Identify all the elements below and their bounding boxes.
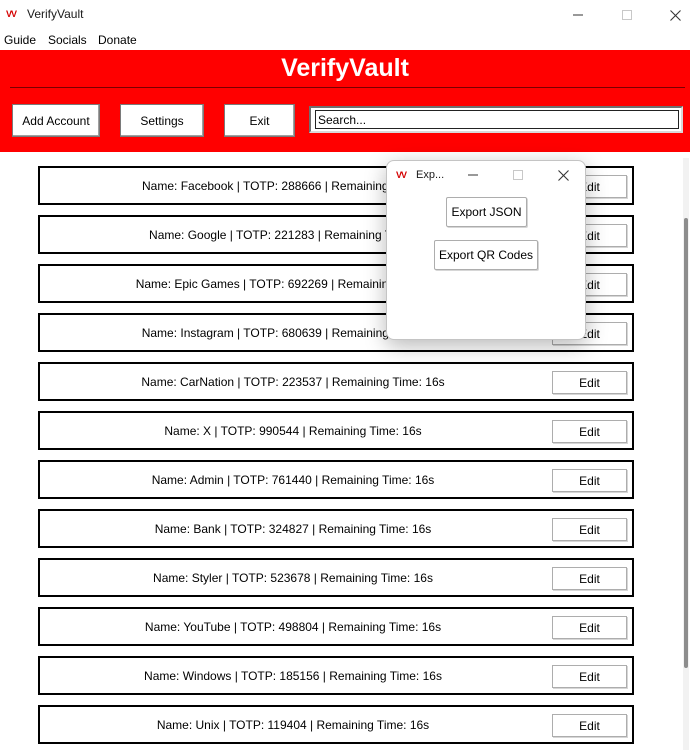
edit-button[interactable]: Edit bbox=[552, 518, 627, 541]
account-row: Name: Styler | TOTP: 523678 | Remaining … bbox=[38, 558, 634, 597]
app-heading: VerifyVault bbox=[281, 54, 409, 82]
export-qr-codes-button[interactable]: Export QR Codes bbox=[434, 240, 538, 270]
export-dialog-title-bar: VV Exp... bbox=[387, 161, 585, 189]
window-title: VerifyVault bbox=[27, 7, 84, 21]
edit-button[interactable]: Edit bbox=[552, 469, 627, 492]
edit-button[interactable]: Edit bbox=[552, 420, 627, 443]
menu-bar: Guide Socials Donate bbox=[0, 30, 690, 50]
minimize-icon bbox=[468, 174, 478, 176]
scrollbar-thumb[interactable] bbox=[684, 218, 688, 668]
add-account-button[interactable]: Add Account bbox=[12, 104, 100, 137]
close-button[interactable] bbox=[652, 2, 690, 28]
vertical-scrollbar[interactable] bbox=[683, 158, 689, 750]
dialog-minimize-button[interactable] bbox=[461, 165, 485, 185]
edit-button[interactable]: Edit bbox=[552, 567, 627, 590]
edit-button[interactable]: Edit bbox=[552, 371, 627, 394]
minimize-icon bbox=[573, 14, 583, 16]
account-row: Name: Unix | TOTP: 119404 | Remaining Ti… bbox=[38, 705, 634, 744]
dialog-logo-icon: VV bbox=[396, 170, 407, 180]
maximize-icon bbox=[513, 170, 523, 180]
account-row-text: Name: Bank | TOTP: 324827 | Remaining Ti… bbox=[154, 522, 432, 536]
menu-socials[interactable]: Socials bbox=[48, 33, 87, 47]
title-bar: VV VerifyVault bbox=[0, 0, 690, 30]
account-row: Name: YouTube | TOTP: 498804 | Remaining… bbox=[38, 607, 634, 646]
exit-button[interactable]: Exit bbox=[224, 104, 295, 137]
account-row: Name: Admin | TOTP: 761440 | Remaining T… bbox=[38, 460, 634, 499]
app-logo-icon: VV bbox=[6, 9, 17, 19]
account-row-text: Name: CarNation | TOTP: 223537 | Remaini… bbox=[141, 375, 445, 389]
dialog-close-button[interactable] bbox=[551, 165, 575, 185]
settings-button[interactable]: Settings bbox=[120, 104, 204, 137]
close-icon bbox=[557, 169, 569, 181]
close-icon bbox=[669, 9, 681, 21]
account-row-text: Name: Admin | TOTP: 761440 | Remaining T… bbox=[151, 473, 435, 487]
maximize-button[interactable] bbox=[604, 2, 650, 28]
account-row: Name: CarNation | TOTP: 223537 | Remaini… bbox=[38, 362, 634, 401]
edit-button[interactable]: Edit bbox=[552, 714, 627, 737]
header-panel: VerifyVault Add Account Settings Exit bbox=[0, 50, 690, 152]
account-row-text: Name: X | TOTP: 990544 | Remaining Time:… bbox=[164, 424, 422, 438]
edit-button[interactable]: Edit bbox=[552, 616, 627, 639]
account-row-text: Name: Windows | TOTP: 185156 | Remaining… bbox=[144, 669, 442, 683]
account-row: Name: X | TOTP: 990544 | Remaining Time:… bbox=[38, 411, 634, 450]
search-input[interactable] bbox=[315, 110, 679, 129]
search-box bbox=[309, 106, 683, 133]
export-dialog: VV Exp... Export JSON Export QR Codes bbox=[386, 160, 586, 340]
export-dialog-title: Exp... bbox=[416, 169, 445, 181]
menu-guide[interactable]: Guide bbox=[4, 33, 36, 47]
account-row: Name: Windows | TOTP: 185156 | Remaining… bbox=[38, 656, 634, 695]
dialog-maximize-button[interactable] bbox=[506, 165, 530, 185]
menu-donate[interactable]: Donate bbox=[98, 33, 137, 47]
account-row-text: Name: YouTube | TOTP: 498804 | Remaining… bbox=[144, 620, 442, 634]
maximize-icon bbox=[622, 10, 632, 20]
account-row: Name: Bank | TOTP: 324827 | Remaining Ti… bbox=[38, 509, 634, 548]
account-row-text: Name: Styler | TOTP: 523678 | Remaining … bbox=[153, 571, 433, 585]
edit-button[interactable]: Edit bbox=[552, 665, 627, 688]
account-row-text: Name: Unix | TOTP: 119404 | Remaining Ti… bbox=[156, 718, 430, 732]
header-divider bbox=[10, 87, 685, 88]
export-json-button[interactable]: Export JSON bbox=[446, 197, 527, 227]
minimize-button[interactable] bbox=[555, 2, 601, 28]
